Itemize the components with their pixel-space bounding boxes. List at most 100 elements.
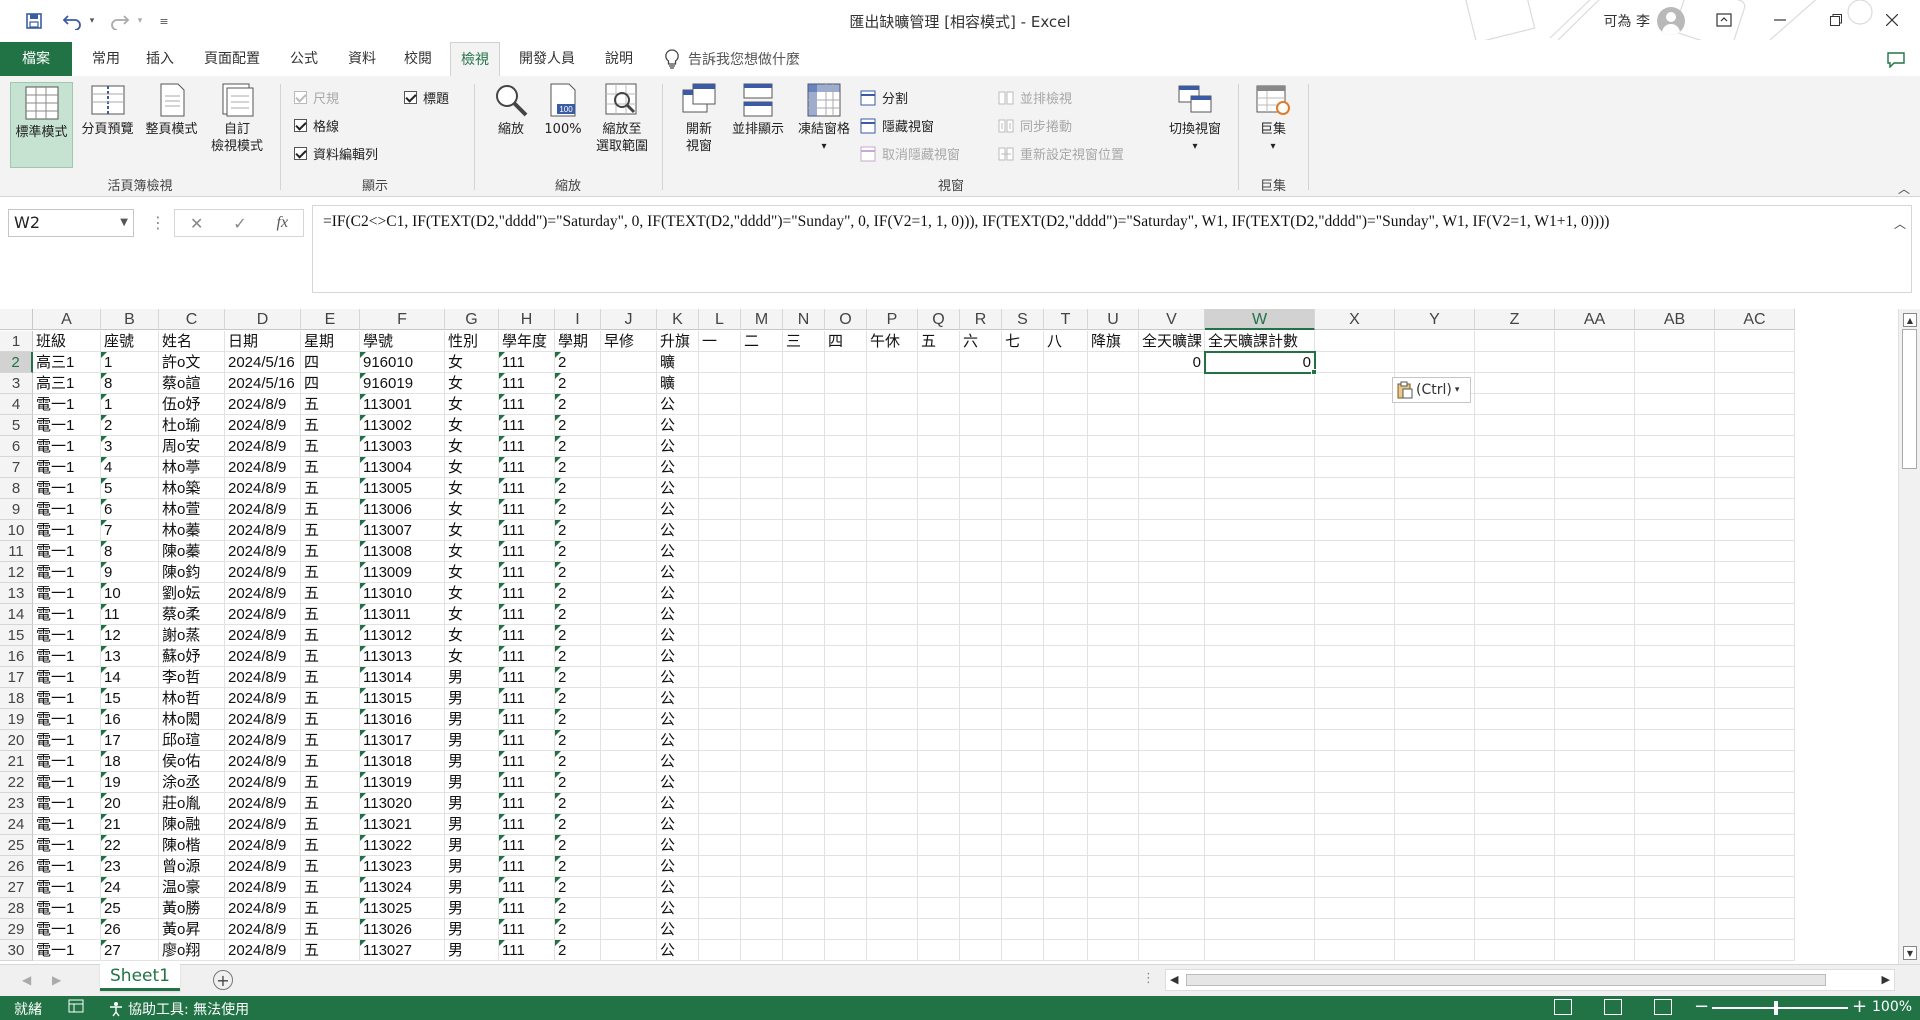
cell[interactable] [741,541,783,562]
cell[interactable] [918,562,960,583]
cell[interactable]: 111 [499,415,555,436]
cell[interactable]: 2 [555,415,601,436]
cell[interactable] [1002,604,1044,625]
cell[interactable] [783,730,825,751]
cell[interactable]: 0 [1139,352,1205,373]
cell[interactable]: 一 [699,331,741,352]
row-header[interactable]: 16 [0,646,33,667]
cell[interactable] [918,604,960,625]
cell[interactable] [1315,541,1395,562]
cell[interactable] [960,415,1002,436]
cell[interactable] [1002,898,1044,919]
cell[interactable]: 8 [101,373,159,394]
macro-record-icon[interactable] [68,999,84,1017]
cell[interactable]: 公 [657,940,699,961]
cell[interactable]: 公 [657,772,699,793]
cell[interactable]: 黃o勝 [159,898,225,919]
cell[interactable] [1395,751,1475,772]
cell[interactable] [1635,667,1715,688]
row-header[interactable]: 22 [0,772,33,793]
cell[interactable] [1395,331,1475,352]
column-header[interactable]: E [301,309,360,330]
cell[interactable] [1475,709,1555,730]
cell[interactable]: 七 [1002,331,1044,352]
cell[interactable] [601,436,657,457]
cell[interactable] [1139,520,1205,541]
cell[interactable] [699,394,741,415]
cell[interactable] [1555,562,1635,583]
cell[interactable]: 男 [445,688,499,709]
formula-input[interactable]: =IF(C2<>C1, IF(TEXT(D2,"dddd")="Saturday… [312,205,1912,293]
cell[interactable]: 五 [301,898,360,919]
row-header[interactable]: 26 [0,856,33,877]
cell[interactable] [1139,730,1205,751]
cell[interactable] [1088,877,1139,898]
cell[interactable] [1315,835,1395,856]
cell[interactable] [1139,793,1205,814]
cell[interactable] [825,415,867,436]
cell[interactable]: 2 [555,793,601,814]
cell[interactable]: 電一1 [33,772,101,793]
cell[interactable] [1555,604,1635,625]
cell[interactable] [1088,436,1139,457]
cell[interactable]: 電一1 [33,415,101,436]
cell[interactable]: 3 [101,436,159,457]
cell[interactable]: 2024/8/9 [225,583,301,604]
cell[interactable] [825,667,867,688]
cell[interactable] [1205,709,1315,730]
cell[interactable] [699,751,741,772]
cell[interactable]: 電一1 [33,940,101,961]
cell[interactable] [1044,898,1088,919]
vertical-scrollbar[interactable]: ▲ ▼ [1898,309,1920,964]
cell[interactable]: 5 [101,478,159,499]
cell[interactable]: 2024/8/9 [225,919,301,940]
cell[interactable] [601,625,657,646]
cell[interactable] [741,499,783,520]
cell[interactable] [1205,625,1315,646]
cell[interactable]: 女 [445,457,499,478]
cell[interactable]: 公 [657,499,699,520]
cell[interactable] [1044,373,1088,394]
cell[interactable]: 12 [101,625,159,646]
arrange-all-button[interactable]: 並排顯示 [726,82,790,138]
sheet-tab-sheet1[interactable]: Sheet1 [100,964,180,991]
cell[interactable]: 公 [657,730,699,751]
cell[interactable] [1715,646,1795,667]
cell[interactable]: 邱o瑄 [159,730,225,751]
cell[interactable] [1555,331,1635,352]
cell[interactable]: 五 [301,730,360,751]
cell[interactable] [699,646,741,667]
cell[interactable]: 黃o昇 [159,919,225,940]
cell[interactable]: 111 [499,751,555,772]
cell[interactable] [1205,541,1315,562]
select-all-corner[interactable] [0,309,33,330]
cell[interactable] [1139,457,1205,478]
cell[interactable] [1555,541,1635,562]
name-box[interactable]: W2 ▼ [8,209,134,237]
column-header[interactable]: L [699,309,741,330]
cell[interactable]: 111 [499,793,555,814]
cell[interactable] [1002,646,1044,667]
cell[interactable]: 2024/8/9 [225,499,301,520]
cell[interactable]: 公 [657,667,699,688]
cell[interactable] [1635,772,1715,793]
cell[interactable] [741,646,783,667]
zoom-button[interactable]: 縮放 [488,82,534,138]
cell[interactable] [699,814,741,835]
cell[interactable] [1635,373,1715,394]
cell[interactable]: 2 [555,373,601,394]
cell[interactable] [783,394,825,415]
cell[interactable] [1635,478,1715,499]
cell[interactable]: 23 [101,856,159,877]
cell[interactable]: 電一1 [33,877,101,898]
cell[interactable] [1088,520,1139,541]
cell[interactable]: 24 [101,877,159,898]
cell[interactable] [1205,415,1315,436]
cell[interactable]: 電一1 [33,583,101,604]
column-header[interactable]: Q [918,309,960,330]
cell[interactable]: 五 [301,814,360,835]
cell[interactable] [783,625,825,646]
cell[interactable]: 113008 [360,541,445,562]
cell[interactable] [1475,562,1555,583]
cell[interactable] [1002,436,1044,457]
